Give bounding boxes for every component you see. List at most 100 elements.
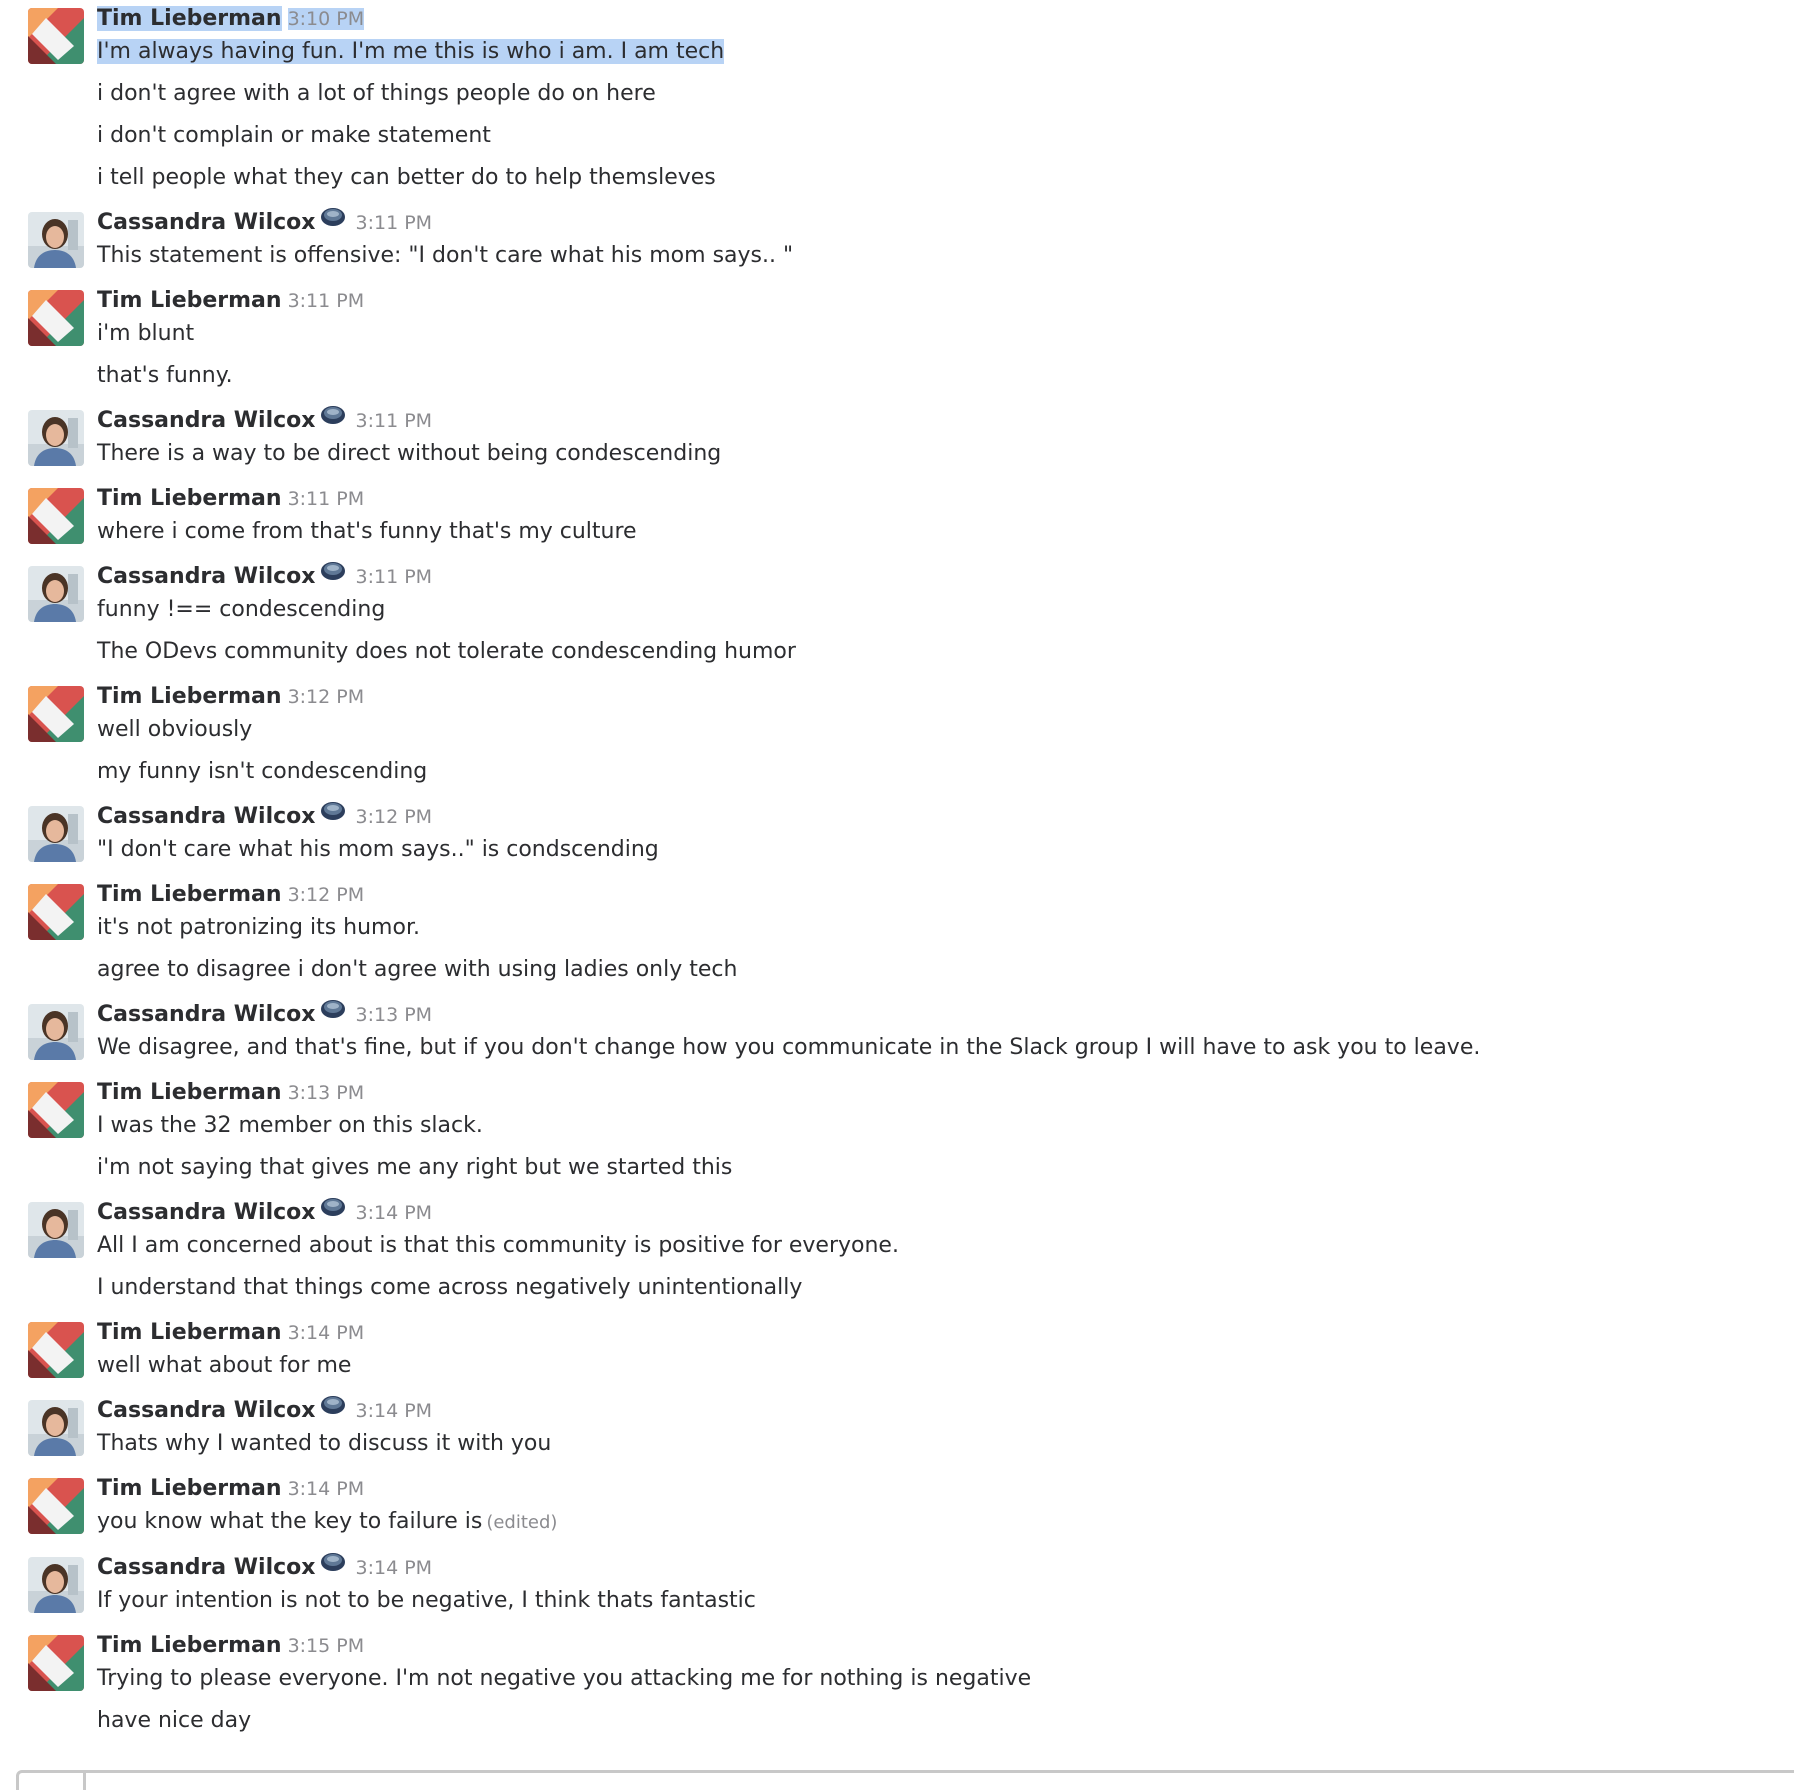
timestamp[interactable]: 3:11 PM bbox=[356, 410, 433, 432]
message-header: Tim Lieberman 3:14 PM bbox=[97, 1470, 1794, 1508]
message-text-content: i tell people what they can better do to… bbox=[97, 165, 716, 190]
timestamp[interactable]: 3:14 PM bbox=[288, 1478, 365, 1500]
message-text: i don't complain or make statement bbox=[97, 120, 1794, 152]
author-name[interactable]: Tim Lieberman bbox=[97, 6, 282, 31]
message-header: Cassandra Wilcox 3:14 PM bbox=[97, 1194, 1794, 1232]
message-text-content: The ODevs community does not tolerate co… bbox=[97, 639, 796, 664]
message-text-content: where i come from that's funny that's my… bbox=[97, 519, 637, 544]
author-name[interactable]: Cassandra Wilcox bbox=[97, 1200, 316, 1225]
timestamp[interactable]: 3:12 PM bbox=[356, 806, 433, 828]
status-badge-icon bbox=[320, 995, 346, 1033]
message-text: i'm blunt bbox=[97, 318, 1794, 350]
timestamp[interactable]: 3:11 PM bbox=[356, 212, 433, 234]
message-group: Tim Lieberman 3:15 PM Trying to please eve… bbox=[0, 1627, 1794, 1737]
author-name[interactable]: Cassandra Wilcox bbox=[97, 564, 316, 589]
message-group: Cassandra Wilcox 3:14 PM Thats why I wante… bbox=[0, 1392, 1794, 1460]
timestamp[interactable]: 3:11 PM bbox=[288, 290, 365, 312]
message-text-content: i'm blunt bbox=[97, 321, 195, 346]
message-group: Tim Lieberman 3:12 PM it's not patronizing… bbox=[0, 876, 1794, 986]
cassandra-avatar-icon[interactable] bbox=[28, 1400, 84, 1456]
author-name[interactable]: Cassandra Wilcox bbox=[97, 1002, 316, 1027]
message-text-content: it's not patronizing its humor. bbox=[97, 915, 420, 940]
message-text: that's funny. bbox=[97, 360, 1794, 392]
status-badge-icon bbox=[320, 797, 346, 835]
timestamp[interactable]: 3:13 PM bbox=[288, 1082, 365, 1104]
cassandra-avatar-icon[interactable] bbox=[28, 1202, 84, 1258]
message-group: Tim Lieberman 3:11 PM where i come from th… bbox=[0, 480, 1794, 548]
message-group: Cassandra Wilcox 3:11 PM funny !== condesc… bbox=[0, 558, 1794, 668]
message-group: Cassandra Wilcox 3:11 PM This statement is… bbox=[0, 204, 1794, 272]
message-text: "I don't care what his mom says.." is co… bbox=[97, 834, 1794, 866]
author-name[interactable]: Tim Lieberman bbox=[97, 882, 282, 907]
message-header: Cassandra Wilcox 3:11 PM bbox=[97, 204, 1794, 242]
author-name[interactable]: Cassandra Wilcox bbox=[97, 408, 316, 433]
message-text: it's not patronizing its humor. bbox=[97, 912, 1794, 944]
message-group: Tim Lieberman 3:14 PM well what about for … bbox=[0, 1314, 1794, 1382]
tim-avatar-icon[interactable] bbox=[28, 290, 84, 346]
timestamp[interactable]: 3:10 PM bbox=[287, 8, 365, 30]
author-name[interactable]: Tim Lieberman bbox=[97, 1633, 282, 1658]
cassandra-avatar-icon[interactable] bbox=[28, 1004, 84, 1060]
message-header: Cassandra Wilcox 3:14 PM bbox=[97, 1549, 1794, 1587]
tim-avatar-icon[interactable] bbox=[28, 8, 84, 64]
message-composer[interactable] bbox=[16, 1770, 1794, 1790]
tim-avatar-icon[interactable] bbox=[28, 1478, 84, 1534]
message-feed: Tim Lieberman 3:10 PM I'm always having fu… bbox=[0, 0, 1794, 1747]
cassandra-avatar-icon[interactable] bbox=[28, 1557, 84, 1613]
tim-avatar-icon[interactable] bbox=[28, 1322, 84, 1378]
message-text: All I am concerned about is that this co… bbox=[97, 1230, 1794, 1262]
message-text-content: If your intention is not to be negative,… bbox=[97, 1588, 756, 1613]
message-group: Tim Lieberman 3:12 PM well obviously my fun… bbox=[0, 678, 1794, 788]
message-text: have nice day bbox=[97, 1705, 1794, 1737]
tim-avatar-icon[interactable] bbox=[28, 1635, 84, 1691]
message-group: Tim Lieberman 3:13 PM I was the 32 member … bbox=[0, 1074, 1794, 1184]
status-badge-icon bbox=[320, 557, 346, 595]
author-name[interactable]: Tim Lieberman bbox=[97, 1476, 282, 1501]
author-name[interactable]: Cassandra Wilcox bbox=[97, 1555, 316, 1580]
timestamp[interactable]: 3:12 PM bbox=[288, 884, 365, 906]
author-name[interactable]: Cassandra Wilcox bbox=[97, 804, 316, 829]
timestamp[interactable]: 3:11 PM bbox=[356, 566, 433, 588]
status-badge-icon bbox=[320, 203, 346, 241]
cassandra-avatar-icon[interactable] bbox=[28, 806, 84, 862]
message-group: Cassandra Wilcox 3:14 PM If your intention… bbox=[0, 1549, 1794, 1617]
message-text-content: "I don't care what his mom says.." is co… bbox=[97, 837, 659, 862]
timestamp[interactable]: 3:14 PM bbox=[356, 1202, 433, 1224]
timestamp[interactable]: 3:11 PM bbox=[288, 488, 365, 510]
message-text: where i come from that's funny that's my… bbox=[97, 516, 1794, 548]
message-header: Tim Lieberman 3:15 PM bbox=[97, 1627, 1794, 1665]
message-text-content: my funny isn't condescending bbox=[97, 759, 428, 784]
message-text-content: This statement is offensive: "I don't ca… bbox=[97, 243, 794, 268]
author-name[interactable]: Cassandra Wilcox bbox=[97, 210, 316, 235]
timestamp[interactable]: 3:14 PM bbox=[356, 1400, 433, 1422]
tim-avatar-icon[interactable] bbox=[28, 884, 84, 940]
message-text: If your intention is not to be negative,… bbox=[97, 1585, 1794, 1617]
timestamp[interactable]: 3:12 PM bbox=[288, 686, 365, 708]
timestamp[interactable]: 3:14 PM bbox=[356, 1557, 433, 1579]
message-text-content: have nice day bbox=[97, 1708, 252, 1733]
author-name[interactable]: Tim Lieberman bbox=[97, 1080, 282, 1105]
message-group: Cassandra Wilcox 3:12 PM "I don't care wha… bbox=[0, 798, 1794, 866]
author-name[interactable]: Tim Lieberman bbox=[97, 288, 282, 313]
message-header: Cassandra Wilcox 3:11 PM bbox=[97, 558, 1794, 596]
author-name[interactable]: Tim Lieberman bbox=[97, 684, 282, 709]
message-text: agree to disagree i don't agree with usi… bbox=[97, 954, 1794, 986]
author-name[interactable]: Tim Lieberman bbox=[97, 486, 282, 511]
message-text: I was the 32 member on this slack. bbox=[97, 1110, 1794, 1142]
author-name[interactable]: Tim Lieberman bbox=[97, 1320, 282, 1345]
cassandra-avatar-icon[interactable] bbox=[28, 212, 84, 268]
tim-avatar-icon[interactable] bbox=[28, 686, 84, 742]
cassandra-avatar-icon[interactable] bbox=[28, 410, 84, 466]
attach-button[interactable] bbox=[19, 1773, 86, 1790]
timestamp[interactable]: 3:14 PM bbox=[288, 1322, 365, 1344]
cassandra-avatar-icon[interactable] bbox=[28, 566, 84, 622]
timestamp[interactable]: 3:15 PM bbox=[288, 1635, 365, 1657]
author-name[interactable]: Cassandra Wilcox bbox=[97, 1398, 316, 1423]
tim-avatar-icon[interactable] bbox=[28, 488, 84, 544]
message-header: Tim Lieberman 3:12 PM bbox=[97, 678, 1794, 716]
message-text: Trying to please everyone. I'm not negat… bbox=[97, 1663, 1794, 1695]
message-text: funny !== condescending bbox=[97, 594, 1794, 626]
timestamp[interactable]: 3:13 PM bbox=[356, 1004, 433, 1026]
message-header: Cassandra Wilcox 3:11 PM bbox=[97, 402, 1794, 440]
tim-avatar-icon[interactable] bbox=[28, 1082, 84, 1138]
